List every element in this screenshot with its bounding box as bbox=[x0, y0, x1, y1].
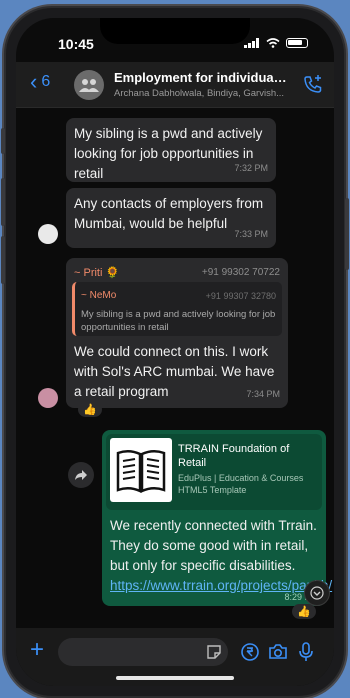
sender-avatar[interactable] bbox=[38, 224, 58, 244]
message-time: 7:34 PM bbox=[246, 389, 280, 399]
sticker-icon[interactable] bbox=[206, 644, 222, 660]
composer-bar: + bbox=[16, 628, 334, 686]
reaction-badge[interactable]: 👍 bbox=[292, 604, 316, 619]
message-bubble[interactable]: My sibling is a pwd and actively looking… bbox=[66, 118, 276, 182]
chat-title[interactable]: Employment for individuals... bbox=[114, 70, 290, 85]
attach-plus-icon[interactable]: + bbox=[30, 636, 44, 664]
home-indicator[interactable] bbox=[116, 676, 234, 680]
reaction-badge[interactable]: 👍 bbox=[78, 402, 102, 417]
link-preview-title: TRRAIN Foundation of Retail bbox=[178, 443, 290, 469]
back-button[interactable]: ‹ 6 bbox=[30, 69, 51, 94]
volume-down-button bbox=[1, 236, 5, 284]
chat-members[interactable]: Archana Dabholwala, Bindiya, Garvish... bbox=[114, 88, 290, 99]
status-icons bbox=[244, 38, 308, 48]
link-preview-description: EduPlus | Education & Courses HTML5 Temp… bbox=[178, 473, 304, 495]
sender-avatar[interactable] bbox=[38, 388, 58, 408]
phone-frame: 10:45 ‹ 6 Employment for individuals... … bbox=[1, 8, 349, 696]
scroll-to-bottom-button[interactable] bbox=[304, 580, 330, 606]
status-time: 10:45 bbox=[58, 36, 94, 52]
add-call-icon[interactable] bbox=[302, 74, 324, 96]
message-text: We recently connected with Trrain. They … bbox=[110, 516, 332, 596]
message-list[interactable]: My sibling is a pwd and actively looking… bbox=[16, 108, 334, 628]
volume-up-button bbox=[1, 178, 5, 226]
message-bubble[interactable]: ~ Priti 🌻 +91 99302 70722 ~ NeMo +91 993… bbox=[66, 258, 288, 408]
group-avatar[interactable] bbox=[74, 70, 104, 100]
forward-icon bbox=[75, 470, 87, 480]
message-bubble[interactable]: Any contacts of employers from Mumbai, w… bbox=[66, 188, 276, 248]
chat-header: ‹ 6 Employment for individuals... Archan… bbox=[16, 62, 334, 108]
message-time: 7:33 PM bbox=[234, 229, 268, 239]
message-link[interactable]: https://www.trrain.org/projects/pankh/ bbox=[110, 578, 332, 593]
battery-icon bbox=[286, 38, 308, 48]
screen: 10:45 ‹ 6 Employment for individuals... … bbox=[16, 18, 334, 686]
quoted-message[interactable]: ~ NeMo +91 99307 32780 My sibling is a p… bbox=[72, 282, 282, 336]
group-icon bbox=[79, 79, 99, 92]
message-body: We recently connected with Trrain. They … bbox=[110, 518, 317, 573]
quote-phone: +91 99307 32780 bbox=[205, 291, 276, 301]
notch bbox=[100, 18, 250, 44]
forward-button[interactable] bbox=[68, 462, 94, 488]
signal-icon bbox=[244, 38, 259, 48]
message-time: 7:32 PM bbox=[234, 163, 268, 173]
mute-switch bbox=[1, 128, 5, 154]
camera-icon[interactable] bbox=[268, 642, 288, 662]
sender-name[interactable]: ~ Priti 🌻 bbox=[74, 263, 119, 283]
unread-count: 6 bbox=[41, 73, 51, 90]
book-icon bbox=[110, 438, 172, 502]
power-button bbox=[345, 198, 349, 270]
message-input[interactable] bbox=[58, 638, 228, 666]
link-preview[interactable]: TRRAIN Foundation of Retail EduPlus | Ed… bbox=[106, 434, 322, 510]
outgoing-message-bubble[interactable]: TRRAIN Foundation of Retail EduPlus | Ed… bbox=[102, 430, 332, 606]
microphone-icon[interactable] bbox=[298, 642, 314, 662]
payment-rupee-icon[interactable] bbox=[240, 642, 260, 662]
quote-text: My sibling is a pwd and actively looking… bbox=[81, 309, 276, 333]
chevron-left-icon: ‹ bbox=[30, 69, 38, 94]
chevron-down-icon bbox=[310, 586, 324, 600]
wifi-icon bbox=[266, 38, 280, 48]
sender-phone: +91 99302 70722 bbox=[201, 267, 280, 278]
